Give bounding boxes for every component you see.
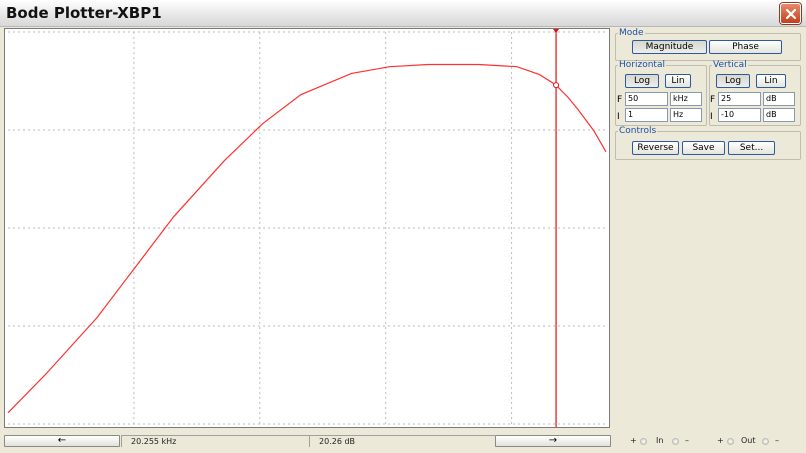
close-button[interactable]	[780, 3, 801, 24]
phase-button[interactable]: Phase	[709, 40, 782, 54]
bode-plot-area[interactable]	[4, 28, 610, 428]
in-minus-label: –	[685, 436, 689, 445]
magnitude-trace	[7, 63, 607, 414]
in-plus-terminal[interactable]	[640, 438, 647, 445]
title-bar: Bode Plotter-XBP1	[0, 0, 806, 27]
out-minus-terminal[interactable]	[762, 438, 769, 445]
in-plus-label: +	[630, 436, 637, 445]
frequency-readout: 20.255 kHz	[121, 435, 309, 447]
horizontal-final-input[interactable]: 50	[625, 92, 668, 106]
out-minus-label: –	[775, 436, 779, 445]
cursor-marker	[553, 82, 560, 89]
mode-legend: Mode	[619, 28, 644, 38]
save-button[interactable]: Save	[682, 141, 725, 155]
bode-chart	[7, 29, 607, 427]
settings-panel: Mode Magnitude Phase Horizontal Log Lin …	[613, 28, 803, 168]
cursor-left-button[interactable]: ←	[4, 435, 120, 447]
arrow-left-icon: ←	[57, 435, 67, 446]
vertical-initial-input[interactable]: -10	[718, 108, 761, 122]
magnitude-button[interactable]: Magnitude	[632, 40, 707, 54]
horizontal-legend: Horizontal	[619, 60, 665, 70]
horizontal-initial-unit[interactable]: Hz	[670, 108, 702, 122]
out-plus-terminal[interactable]	[727, 438, 734, 445]
close-icon	[785, 8, 797, 20]
vertical-lin-button[interactable]: Lin	[756, 74, 786, 88]
vertical-initial-unit[interactable]: dB	[763, 108, 795, 122]
arrow-right-icon: →	[548, 435, 558, 446]
horizontal-i-label: I	[617, 112, 620, 122]
controls-legend: Controls	[619, 126, 657, 136]
status-bar: ← 20.255 kHz 20.26 dB → + In – + Out –	[0, 433, 806, 453]
vertical-legend: Vertical	[713, 60, 747, 70]
vertical-f-label: F	[710, 95, 716, 105]
vertical-final-input[interactable]: 25	[718, 92, 761, 106]
horizontal-lin-button[interactable]: Lin	[665, 74, 691, 88]
horizontal-initial-input[interactable]: 1	[625, 108, 668, 122]
in-minus-terminal[interactable]	[672, 438, 679, 445]
set-button[interactable]: Set...	[728, 141, 775, 155]
cursor-right-button[interactable]: →	[495, 435, 611, 447]
vertical-final-unit[interactable]: dB	[763, 92, 795, 106]
reverse-button[interactable]: Reverse	[632, 141, 679, 155]
horizontal-final-unit[interactable]: kHz	[670, 92, 702, 106]
vertical-log-button[interactable]: Log	[716, 74, 750, 88]
horizontal-f-label: F	[617, 95, 623, 105]
out-label: Out	[741, 436, 756, 445]
horizontal-log-button[interactable]: Log	[625, 74, 659, 88]
in-label: In	[656, 436, 664, 445]
out-plus-label: +	[717, 436, 724, 445]
gain-readout: 20.26 dB	[309, 435, 495, 447]
window-title: Bode Plotter-XBP1	[6, 4, 162, 22]
vertical-i-label: I	[710, 112, 713, 122]
